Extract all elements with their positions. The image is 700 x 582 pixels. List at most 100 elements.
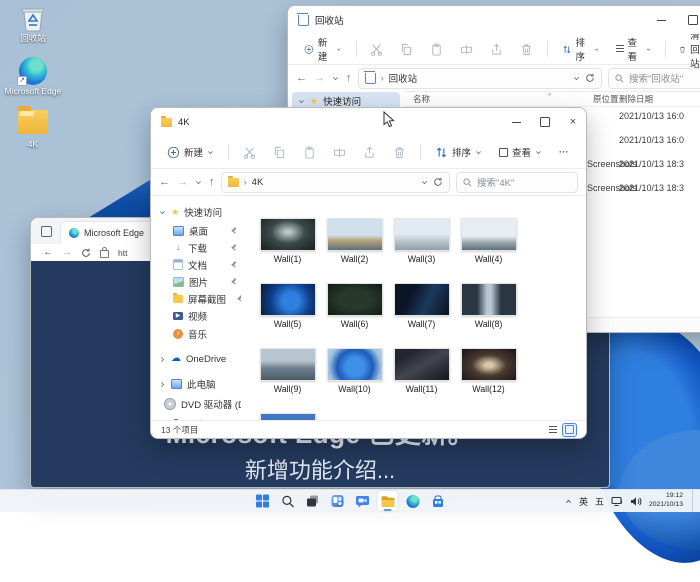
address-dropdown-icon[interactable] (421, 179, 428, 186)
microsoft-store-button[interactable] (428, 491, 448, 511)
back-icon[interactable]: ← (159, 176, 170, 188)
file-tile[interactable]: Wall(4) (455, 218, 522, 280)
task-view-button[interactable] (303, 491, 323, 511)
taskbar-clock[interactable]: 19:12 2021/10/13 (649, 492, 683, 510)
file-tile[interactable]: Wall(10) (321, 348, 388, 410)
view-button[interactable]: 查看 (493, 142, 548, 162)
refresh-icon[interactable] (81, 248, 91, 258)
address-breadcrumb[interactable]: › 4K (221, 172, 451, 193)
file-tile[interactable]: Wall(1) (254, 218, 321, 280)
up-icon[interactable]: ↑ (346, 72, 352, 84)
address-dropdown-icon[interactable] (573, 75, 580, 82)
paste-button[interactable] (297, 143, 322, 162)
folder-icon (173, 295, 183, 303)
desktop-icon-edge[interactable]: ↗ Microsoft Edge (4, 57, 62, 97)
paste-button[interactable] (424, 40, 449, 59)
sidebar-item-downloads[interactable]: ↓ 下载 (165, 239, 241, 256)
ime-language-indicator[interactable]: 英 (579, 495, 588, 508)
edge-taskbar-button[interactable] (403, 491, 423, 511)
more-options-button[interactable]: ··· (553, 144, 575, 161)
file-tile[interactable]: Wall(5) (254, 283, 321, 345)
search-input[interactable]: 搜索"回收站" (608, 68, 700, 89)
copy-button[interactable] (267, 143, 292, 162)
wallpaper-thumbnail (327, 218, 383, 251)
sidebar-item-this-pc[interactable]: 此电脑 (151, 374, 241, 394)
url-text[interactable]: htt (118, 248, 127, 258)
sidebar-item-pictures[interactable]: 图片 (165, 273, 241, 290)
sidebar-item-videos[interactable]: ▶ 视频 (165, 307, 241, 324)
copy-button[interactable] (394, 40, 419, 59)
sidebar-item-music[interactable]: ♪ 音乐 (165, 324, 241, 344)
show-desktop-button[interactable] (692, 490, 696, 512)
rename-button[interactable] (327, 143, 352, 162)
sidebar-item-documents[interactable]: 文档 (165, 256, 241, 273)
file-tile[interactable]: Wall(11) (388, 348, 455, 410)
refresh-icon[interactable] (433, 177, 443, 187)
sidebar-item-screenshots[interactable]: 屏幕截图 (165, 290, 241, 307)
file-tile[interactable]: Wall(3) (388, 218, 455, 280)
chevron-down-icon[interactable] (159, 209, 166, 216)
details-view-button[interactable] (546, 424, 559, 436)
start-button[interactable] (253, 491, 273, 511)
forward-icon[interactable]: → (62, 247, 72, 258)
ime-mode-indicator[interactable]: 五 (595, 495, 604, 508)
back-icon[interactable]: ← (296, 72, 307, 84)
search-icon (281, 495, 294, 508)
up-icon[interactable]: ↑ (209, 176, 215, 188)
chat-button[interactable] (353, 491, 373, 511)
delete-button[interactable] (514, 40, 539, 59)
large-icons-view-button[interactable] (563, 424, 576, 436)
sidebar-item-onedrive[interactable]: ☁ OneDrive (151, 349, 241, 369)
sidebar-item-quick-access[interactable]: ★ 快速访问 (151, 202, 241, 222)
new-button[interactable]: 新建 (298, 32, 348, 66)
share-button[interactable] (484, 40, 509, 59)
rename-button[interactable] (454, 40, 479, 59)
folder-small-icon (161, 118, 172, 127)
minimize-button[interactable] (503, 108, 529, 136)
file-tile[interactable]: Wall(12) (455, 348, 522, 410)
view-button[interactable]: 查看 (610, 32, 657, 66)
file-explorer-button[interactable] (378, 491, 398, 511)
volume-icon[interactable] (630, 496, 642, 507)
desktop-icon-4k-folder[interactable]: 4K (4, 110, 62, 150)
file-tile[interactable]: Wall(6) (321, 283, 388, 345)
widgets-button[interactable] (328, 491, 348, 511)
desktop-icon-recycle-bin[interactable]: 回收站 (4, 4, 62, 44)
chevron-right-icon[interactable] (159, 356, 166, 363)
file-tile[interactable]: Wall(9) (254, 348, 321, 410)
refresh-icon[interactable] (585, 73, 595, 83)
taskbar-search-button[interactable] (278, 491, 298, 511)
back-icon[interactable]: ← (43, 247, 53, 258)
tray-overflow-icon[interactable] (565, 498, 572, 505)
cut-button[interactable] (364, 40, 389, 59)
new-button[interactable]: 新建 (161, 142, 220, 162)
maximize-button[interactable] (680, 6, 700, 34)
chevron-right-icon[interactable] (159, 381, 166, 388)
file-tile[interactable]: Wall(7) (388, 283, 455, 345)
network-icon[interactable] (611, 496, 623, 507)
wallpaper-thumbnail (461, 218, 517, 251)
sidebar-item-dvd-drive[interactable]: DVD 驱动器 (D:) C (151, 394, 241, 414)
explorer-titlebar[interactable]: 4K × (151, 108, 586, 136)
file-tile[interactable]: Wall(2) (321, 218, 388, 280)
minimize-button[interactable] (648, 6, 674, 34)
sort-button[interactable]: 排序 (429, 142, 488, 162)
file-tile[interactable]: Wall(8) (455, 283, 522, 345)
forward-icon[interactable]: → (177, 176, 188, 188)
forward-icon[interactable]: → (314, 72, 325, 84)
address-breadcrumb[interactable]: › 回收站 (358, 68, 603, 89)
tab-actions-icon[interactable] (41, 226, 52, 237)
close-button[interactable]: × (560, 108, 586, 136)
history-chevron-icon[interactable] (195, 179, 202, 186)
history-chevron-icon[interactable] (332, 75, 339, 82)
share-button[interactable] (357, 143, 382, 162)
sort-button[interactable]: 排序 (556, 32, 606, 66)
widgets-icon (331, 494, 345, 508)
search-input[interactable]: 搜索"4K" (456, 172, 578, 193)
recycle-titlebar[interactable]: 回收站 × (288, 6, 700, 34)
videos-icon: ▶ (173, 312, 183, 320)
maximize-button[interactable] (532, 108, 558, 136)
sidebar-item-desktop[interactable]: 桌面 (165, 222, 241, 239)
cut-button[interactable] (237, 143, 262, 162)
delete-button[interactable] (387, 143, 412, 162)
